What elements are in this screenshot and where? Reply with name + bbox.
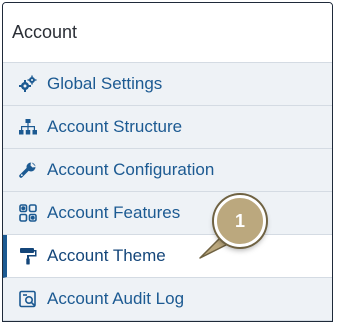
gears-icon bbox=[17, 73, 39, 95]
sidebar-item-account-configuration[interactable]: Account Configuration bbox=[3, 149, 332, 192]
sidebar-item-account-structure[interactable]: Account Structure bbox=[3, 106, 332, 149]
sitemap-icon bbox=[17, 116, 39, 138]
sidebar-item-label: Account Structure bbox=[47, 117, 183, 136]
sidebar-item-label: Account Configuration bbox=[47, 160, 215, 179]
step-callout-badge: 1 bbox=[214, 195, 266, 247]
sidebar-item-label: Account Audit Log bbox=[47, 289, 185, 308]
sidebar-item-account-audit-log[interactable]: Account Audit Log bbox=[3, 278, 332, 321]
panel-title: Account bbox=[12, 22, 78, 42]
sidebar-item-global-settings[interactable]: Global Settings bbox=[3, 63, 332, 106]
panel-header: Account bbox=[3, 3, 332, 63]
wrench-icon bbox=[17, 159, 39, 181]
sidebar-item-label: Account Theme bbox=[47, 246, 166, 265]
features-icon bbox=[17, 202, 39, 224]
account-sidebar-panel: Account Global Settings Account Structur… bbox=[2, 2, 333, 322]
sidebar-item-account-features[interactable]: Account Features bbox=[3, 192, 332, 235]
audit-log-icon bbox=[17, 288, 39, 310]
sidebar-item-account-theme[interactable]: Account Theme bbox=[3, 235, 332, 278]
sidebar-item-label: Global Settings bbox=[47, 74, 163, 93]
paint-roller-icon bbox=[17, 245, 39, 267]
callout-number: 1 bbox=[234, 210, 245, 231]
sidebar-item-label: Account Features bbox=[47, 203, 181, 222]
